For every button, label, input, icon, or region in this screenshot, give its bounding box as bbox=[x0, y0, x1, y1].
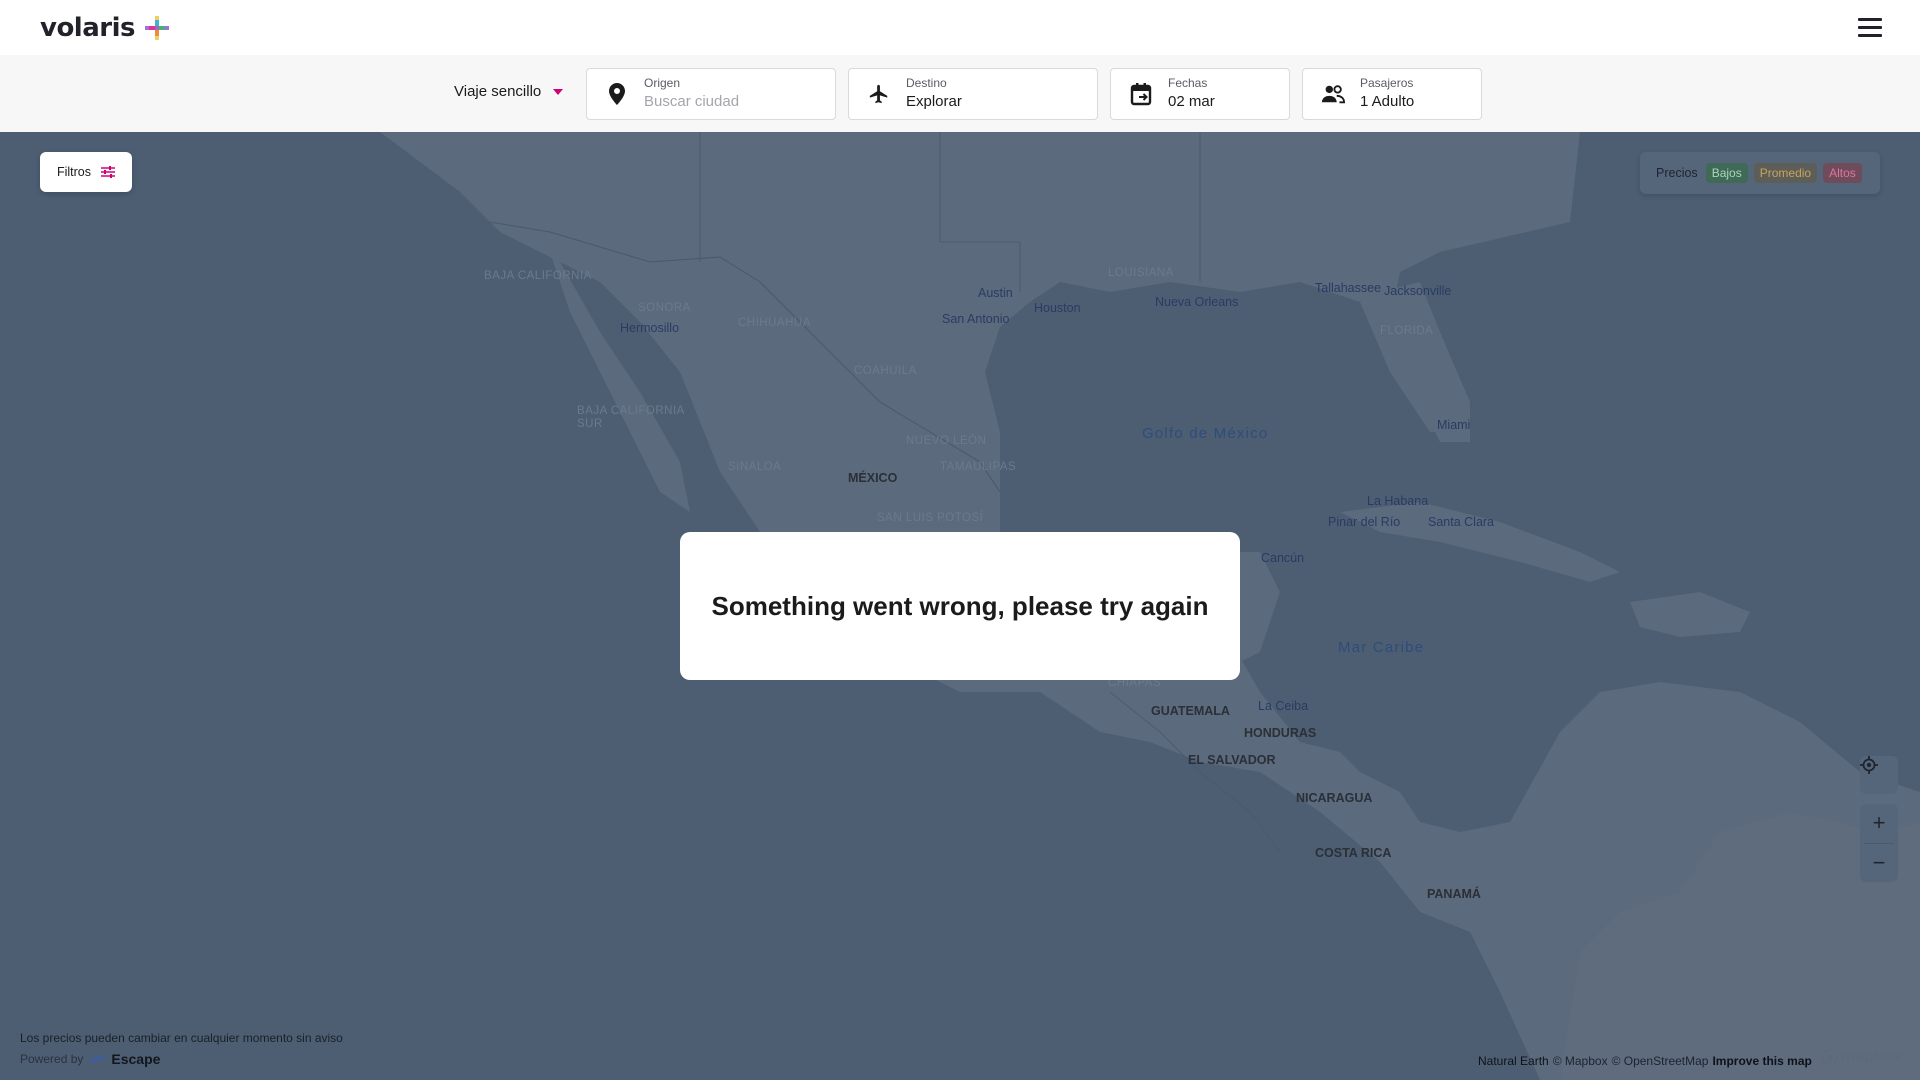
map-label-florida: FLORIDA bbox=[1380, 325, 1434, 337]
map-label-hermosillo: Hermosillo bbox=[620, 321, 680, 335]
map-label-san-antonio: San Antonio bbox=[942, 312, 1010, 326]
error-modal: Something went wrong, please try again bbox=[680, 532, 1240, 680]
powered-by[interactable]: Powered by Escape bbox=[20, 1051, 160, 1067]
origin-placeholder[interactable]: Buscar ciudad bbox=[644, 92, 739, 112]
calendar-icon bbox=[1129, 82, 1153, 106]
map-label-tallahassee: Tallahassee bbox=[1315, 281, 1382, 295]
improve-map-link[interactable]: Improve this map bbox=[1712, 1054, 1811, 1068]
map-label-honduras: HONDURAS bbox=[1244, 726, 1317, 740]
price-disclaimer: Los precios pueden cambiar en cualquier … bbox=[20, 1031, 343, 1045]
mapbox-mark-icon bbox=[1822, 1049, 1838, 1065]
location-pin-icon bbox=[605, 82, 629, 106]
locate-me-button[interactable] bbox=[1860, 756, 1898, 794]
sliders-icon bbox=[101, 166, 116, 178]
map-label-san-luis-potosi: SAN LUIS POTOSÍ bbox=[877, 512, 984, 524]
zoom-controls: + − bbox=[1860, 804, 1898, 882]
map-label-baja-california-sur: BAJA CALIFORNIA SUR bbox=[577, 405, 685, 430]
map-label-cancun: Cancún bbox=[1261, 551, 1305, 565]
brand-mark-icon bbox=[143, 14, 171, 42]
destination-field[interactable]: Destino Explorar bbox=[848, 68, 1098, 120]
map-label-sinaloa: SINALOA bbox=[728, 461, 782, 473]
map-label-jacksonville: Jacksonville bbox=[1384, 284, 1452, 298]
prices-legend-title: Precios bbox=[1656, 166, 1698, 180]
price-high-chip: Altos bbox=[1823, 163, 1862, 183]
prices-legend: Precios Bajos Promedio Altos bbox=[1640, 152, 1880, 194]
map-label-mexico: MÉXICO bbox=[848, 471, 898, 485]
map-label-guatemala: GUATEMALA bbox=[1151, 704, 1230, 718]
trip-type-label: Viaje sencillo bbox=[454, 83, 542, 100]
attribution-mapbox[interactable]: © Mapbox bbox=[1553, 1054, 1608, 1068]
map-canvas[interactable]: BAJA CALIFORNIA SONORA Hermosillo CHIHUA… bbox=[0, 132, 1920, 1080]
map-label-el-salvador: EL SALVADOR bbox=[1188, 753, 1276, 767]
map-label-sonora: SONORA bbox=[638, 302, 691, 314]
dates-label: Fechas bbox=[1168, 76, 1208, 90]
passengers-value[interactable]: 1 Adulto bbox=[1360, 92, 1414, 112]
map-label-pinar-del-rio: Pinar del Río bbox=[1328, 515, 1401, 529]
people-icon bbox=[1321, 82, 1345, 106]
destination-value[interactable]: Explorar bbox=[906, 92, 962, 112]
dates-value[interactable]: 02 mar bbox=[1168, 92, 1215, 112]
origin-label: Origen bbox=[644, 76, 681, 90]
map-label-chihuahua: CHIHUAHUA bbox=[738, 317, 811, 329]
passengers-label: Pasajeros bbox=[1360, 76, 1414, 90]
map-attribution: Natural Earth © Mapbox © OpenStreetMap I… bbox=[1478, 1054, 1812, 1068]
price-low-chip: Bajos bbox=[1705, 163, 1748, 183]
map-label-tamaulipas: TAMAULIPAS bbox=[940, 461, 1017, 473]
map-label-baja-california: BAJA CALIFORNIA bbox=[484, 270, 592, 282]
top-header: volaris bbox=[0, 0, 1920, 55]
dates-field[interactable]: Fechas 02 mar bbox=[1110, 68, 1290, 120]
caret-down-icon bbox=[553, 89, 564, 95]
hamburger-menu-icon[interactable] bbox=[1850, 8, 1890, 48]
origin-field[interactable]: Origen Buscar ciudad bbox=[586, 68, 836, 120]
mapbox-logo[interactable]: mapbox bbox=[1822, 1048, 1902, 1066]
map-label-golfo-de-mexico: Golfo de México bbox=[1142, 425, 1269, 442]
map-label-nueva-orleans: Nueva Orleans bbox=[1155, 295, 1239, 309]
attribution-osm[interactable]: © OpenStreetMap bbox=[1612, 1054, 1709, 1068]
map-label-nuevo-leon: NUEVO LEÓN bbox=[906, 435, 987, 447]
powered-by-label: Powered by bbox=[20, 1052, 84, 1066]
destination-label: Destino bbox=[906, 76, 947, 90]
map-label-la-ceiba: La Ceiba bbox=[1258, 699, 1309, 713]
price-mid-chip: Promedio bbox=[1753, 163, 1818, 183]
filters-button[interactable]: Filtros bbox=[40, 152, 132, 192]
map-label-nicaragua: NICARAGUA bbox=[1296, 791, 1373, 805]
mapbox-logo-text: mapbox bbox=[1841, 1048, 1903, 1065]
map-label-miami: Miami bbox=[1437, 418, 1471, 432]
map-label-louisiana: LOUISIANA bbox=[1108, 267, 1174, 279]
map-label-coahuila: COAHUILA bbox=[854, 365, 917, 377]
zoom-out-button[interactable]: − bbox=[1860, 843, 1898, 882]
trip-type-dropdown[interactable]: Viaje sencillo bbox=[454, 83, 564, 100]
filters-label: Filtros bbox=[56, 165, 92, 179]
map-label-la-habana: La Habana bbox=[1367, 494, 1429, 508]
error-message: Something went wrong, please try again bbox=[711, 590, 1209, 621]
map-label-panama: PANAMÁ bbox=[1427, 887, 1481, 901]
map-label-santa-clara: Santa Clara bbox=[1428, 515, 1495, 529]
zoom-in-button[interactable]: + bbox=[1860, 804, 1898, 843]
airplane-icon bbox=[867, 82, 891, 106]
map-label-mar-caribe: Mar Caribe bbox=[1338, 639, 1425, 656]
volaris-logo[interactable]: volaris bbox=[40, 13, 171, 43]
powered-by-brand: Escape bbox=[111, 1051, 161, 1067]
escape-plane-icon bbox=[89, 1056, 106, 1062]
brand-name: volaris bbox=[40, 12, 135, 43]
crosshair-icon bbox=[1860, 756, 1878, 774]
passengers-field[interactable]: Pasajeros 1 Adulto bbox=[1302, 68, 1482, 120]
map-label-costa-rica: COSTA RICA bbox=[1315, 846, 1392, 860]
map-label-houston: Houston bbox=[1034, 301, 1081, 315]
map-label-austin: Austin bbox=[978, 286, 1013, 300]
search-bar: Viaje sencillo Origen Buscar ciudad Dest… bbox=[0, 55, 1920, 132]
attribution-natural-earth[interactable]: Natural Earth bbox=[1478, 1054, 1549, 1068]
